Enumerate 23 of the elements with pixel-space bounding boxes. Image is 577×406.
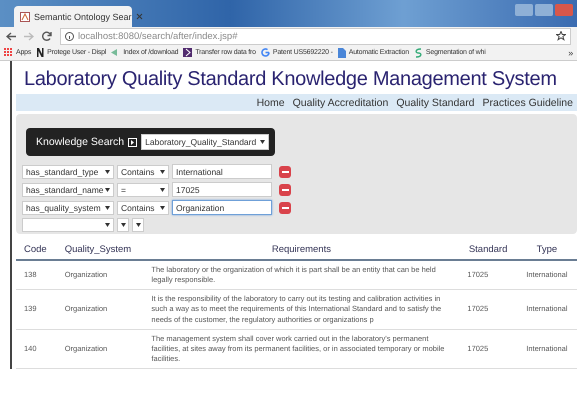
property-select[interactable]: has_quality_system [22, 200, 114, 214]
operator-select[interactable]: = [117, 182, 169, 196]
search-label: Knowledge Search [36, 136, 124, 148]
page-title: Laboratory Quality Standard Knowledge Management System [23, 67, 558, 92]
column-header[interactable]: Type [516, 240, 577, 260]
operator-select[interactable]: Contains [117, 200, 169, 214]
nav-link[interactable]: Home [256, 96, 285, 108]
property-select[interactable]: has_standard_type [22, 164, 114, 178]
ontology-select[interactable]: Laboratory_Quality_Standard [141, 134, 270, 150]
url-field[interactable]: localhost:8080/search/after/index.jsp# [60, 28, 571, 44]
value-field[interactable]: Organization [172, 200, 272, 215]
value-field[interactable]: 17025 [172, 182, 272, 197]
column-header[interactable]: Quality_System [56, 240, 144, 260]
column-header[interactable]: Code [16, 240, 57, 260]
column-header[interactable]: Standard [459, 240, 517, 260]
more-bookmarks[interactable]: » [568, 48, 573, 58]
column-header[interactable]: Requirements [143, 240, 460, 260]
value-field[interactable]: International [172, 164, 272, 179]
nav-link[interactable]: Quality Accreditation [292, 96, 388, 108]
property-select[interactable]: has_standard_name [22, 182, 114, 196]
nav-link[interactable]: Practices Guideline [482, 96, 573, 108]
operator-select[interactable]: Contains [117, 164, 169, 178]
nav-link[interactable]: Quality Standard [396, 96, 475, 108]
